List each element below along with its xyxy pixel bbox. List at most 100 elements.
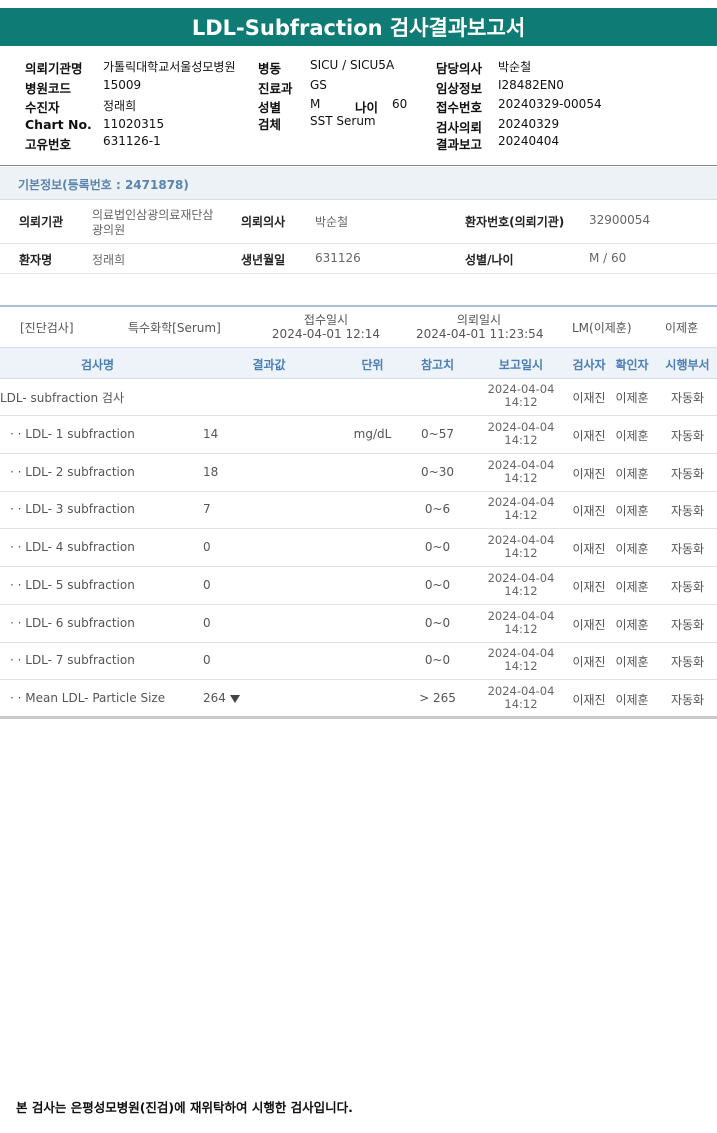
result-value-text: 7 (203, 502, 211, 517)
col-tester: 검사자 (572, 358, 606, 372)
checker-text: 이제훈 (615, 542, 649, 556)
requested-value: 2024-04-01 11:23:54 (416, 327, 544, 341)
test-subcategory: 특수화학[Serum] (128, 321, 221, 335)
report-time: 14:12 (504, 546, 538, 560)
clinical-info-value: I28482EN0 (498, 78, 564, 92)
report-title: LDL-Subfraction 검사결과보고서 (0, 8, 717, 46)
table-row: LDL- subfraction 검사 이재진 이제훈 자동화 2024-04-04 14… (0, 378, 717, 416)
report-date: 2024-04-04 (487, 608, 555, 623)
reference-range: 0~0 (410, 578, 465, 592)
table-row: · · LDL- 6 subfraction 0 0~0 이재진 이제훈 자동화 2024-… (0, 605, 717, 643)
checker: 이제훈 (612, 502, 652, 519)
tester: 이재진 (568, 616, 610, 633)
report-datetime: 2024-04-04 14:12 (482, 419, 560, 447)
received-value: 2024-04-01 12:14 (271, 327, 381, 341)
test-request-value: 20240329 (498, 117, 560, 131)
test-name-text: · · LDL- 1 subfraction (10, 426, 135, 441)
tester-text: 이재진 (572, 504, 606, 519)
sex-age-label: 성별/나이 (465, 253, 514, 267)
col-dept: 시행부서 (665, 358, 710, 372)
dept: 자동화 (660, 691, 715, 708)
hospital-code-label: 병원코드 (25, 81, 72, 96)
result-value-text: 264 (203, 691, 226, 705)
basic-info-section-title: 기본정보(등록번호 : 2471878) (0, 167, 717, 200)
chart-no-value: 11020315 (103, 117, 165, 131)
col-test-name: 검사명 (80, 358, 115, 372)
result-value-text: 0 (203, 540, 211, 554)
reference-range: 0~30 (410, 465, 465, 479)
patient-value: 정래희 (103, 99, 137, 113)
checker-text: 이제훈 (615, 617, 649, 632)
reference-range-text: 0~0 (424, 577, 451, 592)
tester-text: 이재진 (572, 579, 606, 594)
result-report-value: 20240404 (498, 134, 560, 148)
specimen-value: SST Serum (310, 114, 376, 128)
reference-range: 0~57 (410, 427, 465, 441)
report-time: 14:12 (504, 659, 538, 674)
checker: 이제훈 (612, 616, 652, 633)
dept-text: 자동화 (670, 466, 705, 481)
checker-text: 이제훈 (615, 693, 649, 707)
checker: 이제훈 (612, 540, 652, 557)
receipt-no-value: 20240329-00054 (498, 97, 602, 111)
tester-text: 이재진 (572, 617, 606, 632)
report-date: 2024-04-04 (487, 419, 555, 434)
tester: 이재진 (568, 502, 610, 519)
unique-no-label: 고유번호 (25, 137, 72, 152)
test-category: [진단검사] (20, 321, 74, 335)
lm-staff: LM(이제훈) (572, 321, 632, 335)
report-time: 14:12 (504, 621, 538, 636)
table-row: · · LDL- 5 subfraction 0 0~0 이재진 이제훈 자동화 2024-… (0, 567, 717, 605)
test-name: · · LDL- 2 subfraction (10, 465, 135, 479)
test-name: · · LDL- 3 subfraction (10, 502, 135, 516)
test-name: · · LDL- 7 subfraction (10, 653, 135, 667)
tester: 이재진 (568, 389, 610, 406)
checker-text: 이제훈 (615, 466, 649, 481)
test-name: · · Mean LDL- Particle Size (10, 691, 165, 705)
result-value-text: 18 (203, 464, 219, 479)
specimen-label: 검체 (258, 117, 282, 132)
requesting-org-line2: 광의원 (92, 223, 126, 237)
report-datetime: 2024-04-04 14:12 (482, 458, 560, 485)
reference-range: 0~0 (410, 540, 465, 554)
dept: 자동화 (660, 653, 715, 670)
checker: 이제훈 (612, 427, 652, 444)
sex-age-value: M / 60 (589, 251, 627, 265)
unit-text: mg/dL (353, 426, 392, 441)
reference-range-text: 0~30 (421, 464, 454, 479)
col-reference: 참고치 (420, 358, 455, 372)
dept: 자동화 (660, 578, 715, 595)
report-datetime: 2024-04-04 14:12 (482, 647, 560, 673)
dept-label: 진료과 (258, 81, 293, 96)
tester: 이재진 (568, 691, 610, 708)
result-value-text: 0 (203, 577, 211, 592)
test-name-text: · · LDL- 4 subfraction (10, 540, 135, 554)
col-result: 결과값 (252, 358, 286, 372)
chart-no-label: Chart No. (25, 117, 92, 132)
dept-text: 자동화 (670, 391, 705, 405)
patient-no-label: 환자번호(의뢰기관) (465, 215, 565, 229)
table-row: · · LDL- 4 subfraction 0 0~0 이재진 이제훈 자동화 2024-… (0, 529, 717, 567)
reference-range-text: 0~6 (424, 502, 451, 517)
report-time: 14:12 (504, 432, 538, 447)
institution-label: 의뢰기관명 (25, 61, 83, 76)
result-value: 0 (203, 653, 211, 667)
test-name: LDL- subfraction 검사 (0, 389, 124, 406)
checker: 이제훈 (612, 389, 652, 406)
result-value: 14 (203, 427, 218, 441)
received-label: 접수일시 (303, 313, 349, 327)
reference-range-text: 0~57 (421, 426, 454, 441)
tester-text: 이재진 (572, 391, 606, 405)
basic-info-title-text: 기본정보(등록번호 : 2471878) (18, 178, 189, 192)
checker-text: 이제훈 (615, 391, 649, 405)
table-row: · · LDL- 3 subfraction 7 0~6 이재진 이제훈 자동화 2024-… (0, 491, 717, 530)
test-name: · · LDL- 6 subfraction (10, 616, 135, 630)
test-name-text: · · Mean LDL- Particle Size (10, 691, 166, 705)
doctor-value: 박순철 (498, 60, 532, 74)
result-value-text: 14 (203, 426, 219, 441)
checker: 이제훈 (612, 465, 652, 482)
report-time: 14:12 (504, 395, 538, 409)
checker: 이제훈 (612, 691, 652, 708)
tester: 이재진 (568, 465, 610, 482)
ward-label: 병동 (258, 61, 282, 76)
